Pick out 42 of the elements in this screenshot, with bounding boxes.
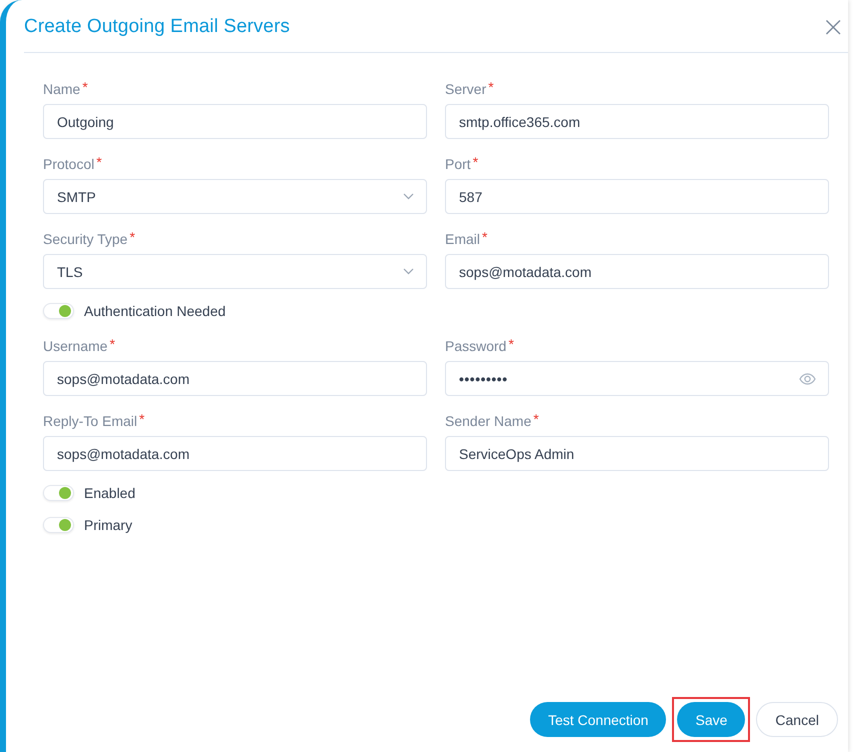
field-label: Password: [445, 337, 506, 355]
input-field[interactable]: 587: [445, 179, 829, 214]
field-label: Protocol: [43, 155, 94, 173]
toggle-label: Primary: [84, 517, 132, 533]
required-asterisk: *: [82, 80, 88, 94]
input-field[interactable]: smtp.office365.com: [445, 104, 829, 139]
toggle-switch[interactable]: [43, 303, 74, 319]
required-asterisk: *: [130, 230, 136, 244]
input-field[interactable]: ServiceOps Admin: [445, 436, 829, 471]
required-asterisk: *: [139, 412, 145, 426]
field-label: Username: [43, 337, 108, 355]
select-field[interactable]: TLS: [43, 254, 427, 289]
field-label: Sender Name: [445, 412, 532, 430]
toggle-label: Authentication Needed: [84, 303, 226, 319]
field-label: Email: [445, 230, 480, 248]
password-field[interactable]: •••••••••: [445, 361, 829, 396]
eye-icon[interactable]: [799, 372, 816, 384]
field-label: Server: [445, 80, 486, 98]
input-field[interactable]: sops@motadata.com: [43, 361, 427, 396]
required-asterisk: *: [508, 337, 514, 351]
action-button[interactable]: Cancel: [756, 702, 838, 737]
input-field[interactable]: Outgoing: [43, 104, 427, 139]
chevron-down-icon: [403, 193, 414, 200]
toggle-switch[interactable]: [43, 517, 74, 533]
select-field[interactable]: SMTP: [43, 179, 427, 214]
close-button[interactable]: ×: [822, 16, 845, 38]
dialog-title: Create Outgoing Email Servers: [24, 16, 290, 38]
required-asterisk: *: [472, 155, 478, 169]
field-label: Security Type: [43, 230, 128, 248]
toggle-label: Enabled: [84, 485, 136, 501]
required-asterisk: *: [96, 155, 102, 169]
field-label: Reply-To Email: [43, 412, 138, 430]
required-asterisk: *: [110, 337, 116, 351]
toggle-switch[interactable]: [43, 485, 74, 501]
chevron-down-icon: [403, 268, 414, 275]
input-field[interactable]: sops@motadata.com: [43, 436, 427, 471]
field-label: Name: [43, 80, 80, 98]
required-asterisk: *: [482, 230, 488, 244]
required-asterisk: *: [488, 80, 494, 94]
field-label: Port: [445, 155, 471, 173]
input-field[interactable]: sops@motadata.com: [445, 254, 829, 289]
required-asterisk: *: [533, 412, 539, 426]
